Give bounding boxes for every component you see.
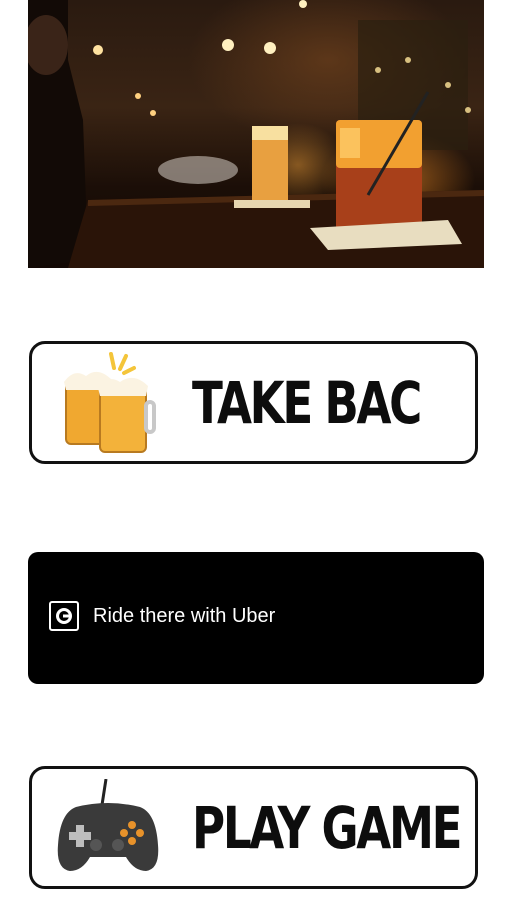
play-game-label: PLAY GAME — [192, 793, 463, 862]
bar-drinks-photo — [28, 0, 484, 268]
take-bac-label: TAKE BAC — [192, 368, 422, 437]
take-bac-button[interactable]: TAKE BAC — [29, 341, 478, 464]
clinking-beer-mugs-icon — [56, 350, 156, 463]
uber-button-label: Ride there with Uber — [93, 605, 276, 627]
ride-with-uber-button[interactable]: Ride there with Uber — [28, 552, 484, 684]
play-game-button[interactable]: PLAY GAME — [29, 766, 478, 889]
uber-logo-icon — [49, 601, 79, 631]
game-controller-icon — [56, 778, 160, 884]
